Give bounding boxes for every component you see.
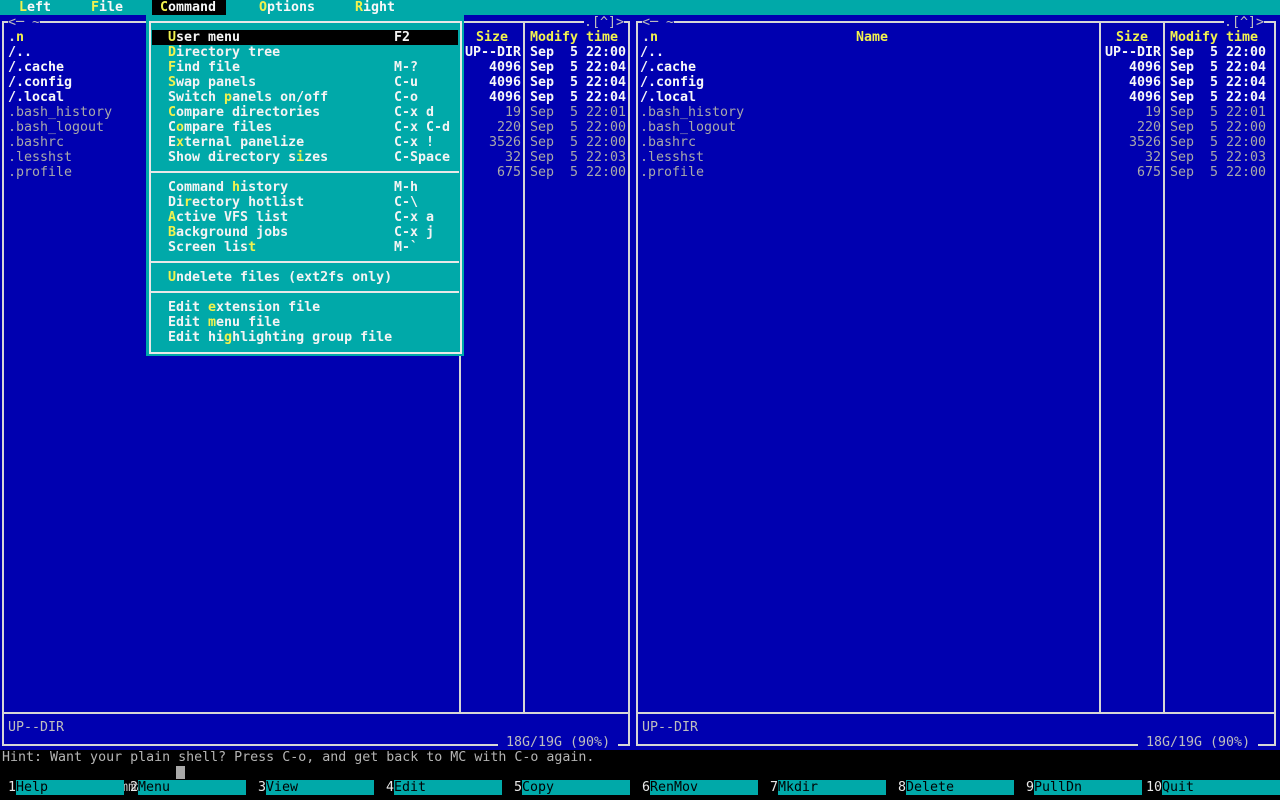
menu-item-edit-menu-file[interactable]: Edit menu file [152, 315, 458, 330]
shortcut: C-u [394, 75, 419, 90]
shortcut: C-\ [394, 195, 419, 210]
menubar-item-file[interactable]: File [91, 0, 123, 15]
menu-item-compare-directories[interactable]: Compare directories C-x d [152, 105, 458, 120]
shortcut: C-x d [394, 105, 435, 120]
menubar-item-left[interactable]: Left [19, 0, 51, 15]
menu-separator [151, 261, 459, 263]
fkey-menu-button[interactable]: Menu [138, 780, 246, 795]
shortcut: C-x ! [394, 135, 435, 150]
fkey-number: 8 [898, 780, 907, 795]
left-panel-freespace: 18G/19G (90%) [498, 735, 619, 750]
fkey-pulldn-button[interactable]: PullDn [1034, 780, 1142, 795]
shortcut: M-? [394, 60, 419, 75]
left-panel-ministatus: UP--DIR [8, 720, 65, 735]
right-header-size[interactable]: Size [1116, 30, 1148, 45]
fkey-edit-button[interactable]: Edit [394, 780, 502, 795]
left-panel-ministatus-divider [4, 712, 628, 714]
right-panel-path[interactable]: <─ ~ [642, 15, 675, 30]
hidden-files-dot: . [642, 30, 651, 45]
menu-item-user-menu[interactable]: User menu F2 [152, 30, 458, 45]
right-sort-indicator[interactable]: .n [642, 30, 658, 45]
fkey-number: 9 [1026, 780, 1035, 795]
menubar-item-command[interactable]: Command [160, 0, 216, 15]
mc-screen: <─ ~ .[^]> .n Name Size Modify time /..U… [0, 0, 1280, 800]
right-panel-updir-button[interactable]: .[^]> [1224, 15, 1265, 30]
fkey-help-button[interactable]: Help [16, 780, 124, 795]
right-panel-ministatus-divider [638, 712, 1274, 714]
command-line[interactable]: midnight@commander:~$ [0, 765, 1280, 795]
menu-item-background-jobs[interactable]: Background jobs C-x j [152, 225, 458, 240]
menu-item-find-file[interactable]: Find file M-? [152, 60, 458, 75]
menu-item-edit-extension-file[interactable]: Edit extension file [152, 300, 458, 315]
menu-bar: Left File Command Options Right [0, 0, 1280, 15]
fkey-number: 4 [386, 780, 395, 795]
fkey-number: 5 [514, 780, 523, 795]
menu-item-undelete-files[interactable]: Undelete files (ext2fs only) [152, 270, 458, 285]
right-header-mtime[interactable]: Modify time [1170, 30, 1258, 45]
fkey-number: 7 [770, 780, 779, 795]
sort-key: n [650, 30, 659, 45]
shortcut: M-` [394, 240, 419, 255]
hint-line: Hint: Want your plain shell? Press C-o, … [2, 750, 595, 765]
fkey-mkdir-button[interactable]: Mkdir [778, 780, 886, 795]
fkey-delete-button[interactable]: Delete [906, 780, 1014, 795]
menu-item-swap-panels[interactable]: Swap panels C-u [152, 75, 458, 90]
menu-item-external-panelize[interactable]: External panelize C-x ! [152, 135, 458, 150]
menubar-item-options[interactable]: Options [259, 0, 315, 15]
fkey-number: 10 [1146, 780, 1163, 795]
right-header-name[interactable]: Name [856, 30, 888, 45]
menu-item-screen-list[interactable]: Screen list M-` [152, 240, 458, 255]
command-menu: User menu F2 Directory tree Find file M-? … [146, 15, 464, 356]
menu-item-switch-panels-on-off[interactable]: Switch panels on/off C-o [152, 90, 458, 105]
menu-item-active-vfs-list[interactable]: Active VFS list C-x a [152, 210, 458, 225]
menu-item-compare-files[interactable]: Compare files C-x C-d [152, 120, 458, 135]
shortcut: M-h [394, 180, 419, 195]
menu-item-edit-highlighting-group-file[interactable]: Edit highlighting group file [152, 330, 458, 345]
menu-item-directory-tree[interactable]: Directory tree [152, 45, 458, 60]
menu-item-command-history[interactable]: Command history M-h [152, 180, 458, 195]
fkey-number: 6 [642, 780, 651, 795]
fkey-view-button[interactable]: View [266, 780, 374, 795]
menu-item-directory-hotlist[interactable]: Directory hotlist C-\ [152, 195, 458, 210]
left-panel-updir-button[interactable]: .[^]> [584, 15, 625, 30]
shortcut: C-Space [394, 150, 451, 165]
shortcut: C-o [394, 90, 419, 105]
fkey-renmov-button[interactable]: RenMov [650, 780, 758, 795]
menubar-item-right[interactable]: Right [355, 0, 395, 15]
menu-item-show-directory-sizes[interactable]: Show directory sizes C-Space [152, 150, 458, 165]
fkey-number: 1 [8, 780, 17, 795]
left-header-mtime[interactable]: Modify time [530, 30, 618, 45]
right-panel-ministatus: UP--DIR [642, 720, 699, 735]
fkey-quit-button[interactable]: Quit [1162, 780, 1280, 795]
right-panel-freespace: 18G/19G (90%) [1138, 735, 1259, 750]
fkey-copy-button[interactable]: Copy [522, 780, 630, 795]
fkey-number: 3 [258, 780, 267, 795]
shortcut: C-x a [394, 210, 435, 225]
shortcut: C-x C-d [394, 120, 451, 135]
menu-separator [151, 291, 459, 293]
text-cursor [176, 766, 185, 779]
left-header-size[interactable]: Size [476, 30, 508, 45]
fkey-number: 2 [130, 780, 139, 795]
menu-separator [151, 171, 459, 173]
shortcut: F2 [394, 30, 411, 45]
shortcut: C-x j [394, 225, 435, 240]
